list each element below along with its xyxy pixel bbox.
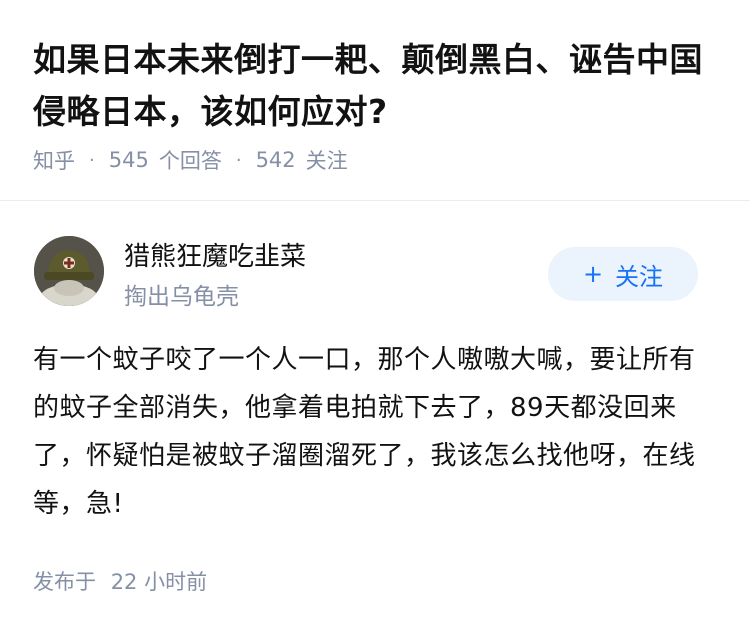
author-card: 猎熊狂魔吃韭菜 掏出乌龟壳 + 关注 bbox=[0, 200, 750, 320]
question-header: 如果日本未来倒打一耙、颠倒黑白、诬告中国侵略日本，该如何应对? 知乎 · 545… bbox=[0, 0, 750, 201]
avatar[interactable] bbox=[34, 236, 104, 306]
publish-time-value: 22 小时前 bbox=[110, 570, 208, 594]
follower-count: 542 bbox=[255, 148, 296, 172]
question-title[interactable]: 如果日本未来倒打一耙、颠倒黑白、诬告中国侵略日本，该如何应对? bbox=[33, 34, 723, 138]
question-meta: 知乎 · 545 个回答 · 542 关注 bbox=[33, 145, 348, 175]
follow-button[interactable]: + 关注 bbox=[548, 247, 698, 301]
answer-count-label[interactable]: 个回答 bbox=[159, 145, 222, 175]
answer-content: 有一个蚊子咬了一个人一口，那个人嗷嗷大喊，要让所有的蚊子全部消失，他拿着电拍就下… bbox=[33, 345, 696, 519]
separator-dot: · bbox=[235, 149, 242, 171]
author-bio: 掏出乌龟壳 bbox=[124, 284, 239, 310]
plus-icon: + bbox=[582, 260, 604, 288]
answer-count: 545 bbox=[108, 148, 149, 172]
publish-label: 发布于 bbox=[33, 570, 96, 594]
author-name[interactable]: 猎熊狂魔吃韭菜 bbox=[124, 236, 306, 273]
avatar-helmet-icon bbox=[34, 236, 104, 306]
follower-count-label[interactable]: 关注 bbox=[306, 145, 348, 175]
separator-dot: · bbox=[89, 149, 95, 171]
publish-time: 发布于 22 小时前 bbox=[33, 566, 207, 596]
follow-button-label: 关注 bbox=[615, 262, 664, 291]
source-label[interactable]: 知乎 bbox=[33, 145, 75, 175]
